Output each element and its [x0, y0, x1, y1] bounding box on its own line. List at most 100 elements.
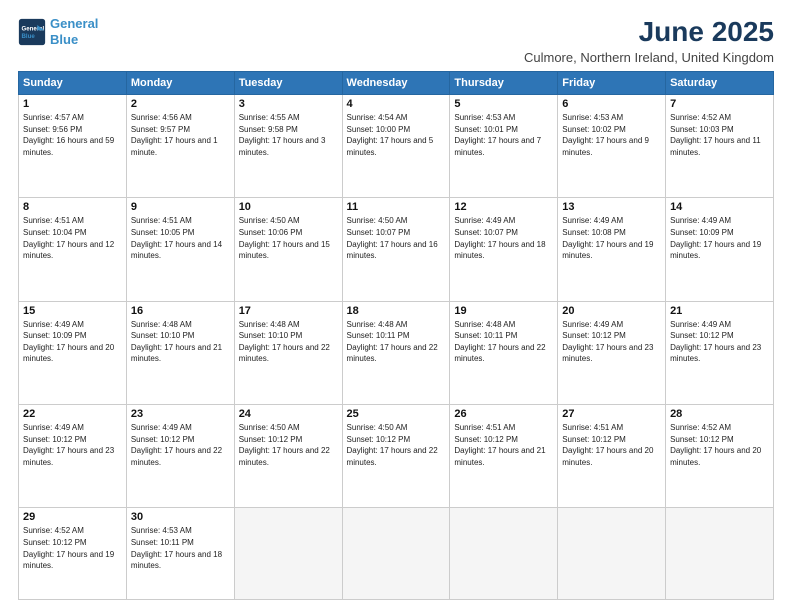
cell-content: Sunrise: 4:54 AM Sunset: 10:00 PM Daylig… [347, 112, 446, 158]
cell-content: Sunrise: 4:51 AM Sunset: 10:12 PM Daylig… [562, 422, 661, 468]
cell-content: Sunrise: 4:52 AM Sunset: 10:12 PM Daylig… [23, 525, 122, 571]
calendar-cell: 22 Sunrise: 4:49 AM Sunset: 10:12 PM Day… [19, 405, 127, 508]
day-number: 24 [239, 408, 338, 420]
calendar-cell: 18 Sunrise: 4:48 AM Sunset: 10:11 PM Day… [342, 301, 450, 404]
calendar-cell: 7 Sunrise: 4:52 AM Sunset: 10:03 PM Dayl… [666, 95, 774, 198]
day-number: 13 [562, 201, 661, 213]
header-row: Sunday Monday Tuesday Wednesday Thursday… [19, 72, 774, 95]
cell-content: Sunrise: 4:51 AM Sunset: 10:05 PM Daylig… [131, 215, 230, 261]
calendar-cell: 13 Sunrise: 4:49 AM Sunset: 10:08 PM Day… [558, 198, 666, 301]
calendar-cell [450, 508, 558, 600]
day-number: 15 [23, 305, 122, 317]
day-number: 26 [454, 408, 553, 420]
calendar-cell [666, 508, 774, 600]
table-row: 8 Sunrise: 4:51 AM Sunset: 10:04 PM Dayl… [19, 198, 774, 301]
day-number: 1 [23, 98, 122, 110]
calendar-cell: 15 Sunrise: 4:49 AM Sunset: 10:09 PM Day… [19, 301, 127, 404]
col-thursday: Thursday [450, 72, 558, 95]
cell-content: Sunrise: 4:49 AM Sunset: 10:07 PM Daylig… [454, 215, 553, 261]
logo-text: General Blue [50, 16, 98, 47]
cell-content: Sunrise: 4:48 AM Sunset: 10:10 PM Daylig… [239, 319, 338, 365]
calendar-table: Sunday Monday Tuesday Wednesday Thursday… [18, 71, 774, 600]
col-tuesday: Tuesday [234, 72, 342, 95]
day-number: 12 [454, 201, 553, 213]
calendar-cell: 29 Sunrise: 4:52 AM Sunset: 10:12 PM Day… [19, 508, 127, 600]
calendar-cell: 14 Sunrise: 4:49 AM Sunset: 10:09 PM Day… [666, 198, 774, 301]
day-number: 18 [347, 305, 446, 317]
calendar-cell: 3 Sunrise: 4:55 AM Sunset: 9:58 PM Dayli… [234, 95, 342, 198]
day-number: 16 [131, 305, 230, 317]
day-number: 28 [670, 408, 769, 420]
calendar-cell: 19 Sunrise: 4:48 AM Sunset: 10:11 PM Day… [450, 301, 558, 404]
cell-content: Sunrise: 4:52 AM Sunset: 10:03 PM Daylig… [670, 112, 769, 158]
day-number: 9 [131, 201, 230, 213]
calendar-cell: 16 Sunrise: 4:48 AM Sunset: 10:10 PM Day… [126, 301, 234, 404]
col-friday: Friday [558, 72, 666, 95]
calendar-cell: 17 Sunrise: 4:48 AM Sunset: 10:10 PM Day… [234, 301, 342, 404]
cell-content: Sunrise: 4:55 AM Sunset: 9:58 PM Dayligh… [239, 112, 338, 158]
calendar-cell: 2 Sunrise: 4:56 AM Sunset: 9:57 PM Dayli… [126, 95, 234, 198]
cell-content: Sunrise: 4:51 AM Sunset: 10:12 PM Daylig… [454, 422, 553, 468]
day-number: 29 [23, 511, 122, 523]
calendar-cell: 28 Sunrise: 4:52 AM Sunset: 10:12 PM Day… [666, 405, 774, 508]
calendar-cell: 20 Sunrise: 4:49 AM Sunset: 10:12 PM Day… [558, 301, 666, 404]
cell-content: Sunrise: 4:50 AM Sunset: 10:12 PM Daylig… [239, 422, 338, 468]
day-number: 8 [23, 201, 122, 213]
calendar-cell: 30 Sunrise: 4:53 AM Sunset: 10:11 PM Day… [126, 508, 234, 600]
col-saturday: Saturday [666, 72, 774, 95]
calendar-cell [234, 508, 342, 600]
logo-line1: General [50, 16, 98, 31]
calendar-cell: 1 Sunrise: 4:57 AM Sunset: 9:56 PM Dayli… [19, 95, 127, 198]
day-number: 22 [23, 408, 122, 420]
calendar-cell: 23 Sunrise: 4:49 AM Sunset: 10:12 PM Day… [126, 405, 234, 508]
day-number: 6 [562, 98, 661, 110]
cell-content: Sunrise: 4:49 AM Sunset: 10:09 PM Daylig… [23, 319, 122, 365]
cell-content: Sunrise: 4:49 AM Sunset: 10:08 PM Daylig… [562, 215, 661, 261]
cell-content: Sunrise: 4:48 AM Sunset: 10:10 PM Daylig… [131, 319, 230, 365]
calendar-cell: 11 Sunrise: 4:50 AM Sunset: 10:07 PM Day… [342, 198, 450, 301]
cell-content: Sunrise: 4:53 AM Sunset: 10:02 PM Daylig… [562, 112, 661, 158]
cell-content: Sunrise: 4:50 AM Sunset: 10:12 PM Daylig… [347, 422, 446, 468]
logo-line2: Blue [50, 32, 78, 47]
page: General Blue General Blue June 2025 Culm… [0, 0, 792, 612]
day-number: 2 [131, 98, 230, 110]
cell-content: Sunrise: 4:49 AM Sunset: 10:12 PM Daylig… [23, 422, 122, 468]
svg-text:Blue: Blue [22, 33, 36, 40]
calendar-cell: 8 Sunrise: 4:51 AM Sunset: 10:04 PM Dayl… [19, 198, 127, 301]
table-row: 22 Sunrise: 4:49 AM Sunset: 10:12 PM Day… [19, 405, 774, 508]
day-number: 7 [670, 98, 769, 110]
calendar-cell: 12 Sunrise: 4:49 AM Sunset: 10:07 PM Day… [450, 198, 558, 301]
cell-content: Sunrise: 4:53 AM Sunset: 10:11 PM Daylig… [131, 525, 230, 571]
calendar-cell: 4 Sunrise: 4:54 AM Sunset: 10:00 PM Dayl… [342, 95, 450, 198]
cell-content: Sunrise: 4:53 AM Sunset: 10:01 PM Daylig… [454, 112, 553, 158]
day-number: 14 [670, 201, 769, 213]
col-monday: Monday [126, 72, 234, 95]
calendar-cell [342, 508, 450, 600]
calendar-cell [558, 508, 666, 600]
day-number: 4 [347, 98, 446, 110]
cell-content: Sunrise: 4:49 AM Sunset: 10:12 PM Daylig… [131, 422, 230, 468]
day-number: 19 [454, 305, 553, 317]
cell-content: Sunrise: 4:48 AM Sunset: 10:11 PM Daylig… [454, 319, 553, 365]
col-wednesday: Wednesday [342, 72, 450, 95]
calendar-cell: 6 Sunrise: 4:53 AM Sunset: 10:02 PM Dayl… [558, 95, 666, 198]
title-section: June 2025 Culmore, Northern Ireland, Uni… [524, 16, 774, 65]
day-number: 11 [347, 201, 446, 213]
cell-content: Sunrise: 4:49 AM Sunset: 10:09 PM Daylig… [670, 215, 769, 261]
calendar-cell: 5 Sunrise: 4:53 AM Sunset: 10:01 PM Dayl… [450, 95, 558, 198]
calendar-cell: 26 Sunrise: 4:51 AM Sunset: 10:12 PM Day… [450, 405, 558, 508]
day-number: 20 [562, 305, 661, 317]
day-number: 5 [454, 98, 553, 110]
cell-content: Sunrise: 4:56 AM Sunset: 9:57 PM Dayligh… [131, 112, 230, 158]
table-row: 15 Sunrise: 4:49 AM Sunset: 10:09 PM Day… [19, 301, 774, 404]
day-number: 23 [131, 408, 230, 420]
top-section: General Blue General Blue June 2025 Culm… [18, 16, 774, 65]
table-row: 29 Sunrise: 4:52 AM Sunset: 10:12 PM Day… [19, 508, 774, 600]
day-number: 17 [239, 305, 338, 317]
cell-content: Sunrise: 4:51 AM Sunset: 10:04 PM Daylig… [23, 215, 122, 261]
cell-content: Sunrise: 4:49 AM Sunset: 10:12 PM Daylig… [562, 319, 661, 365]
day-number: 3 [239, 98, 338, 110]
calendar-cell: 9 Sunrise: 4:51 AM Sunset: 10:05 PM Dayl… [126, 198, 234, 301]
cell-content: Sunrise: 4:49 AM Sunset: 10:12 PM Daylig… [670, 319, 769, 365]
calendar-cell: 25 Sunrise: 4:50 AM Sunset: 10:12 PM Day… [342, 405, 450, 508]
